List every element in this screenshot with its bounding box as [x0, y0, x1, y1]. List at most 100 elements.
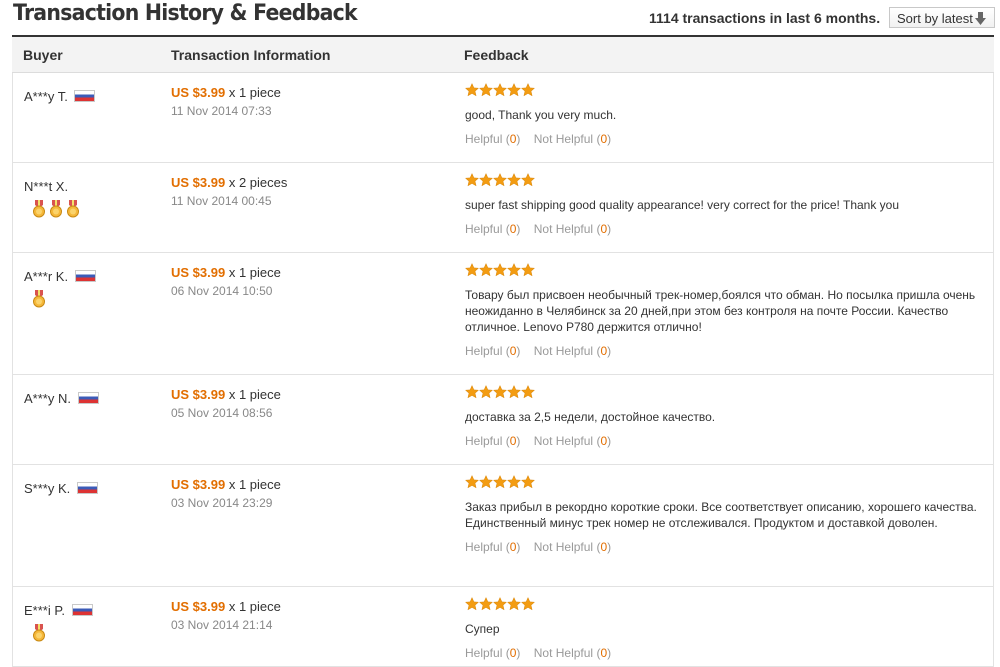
- not-helpful-link[interactable]: Not Helpful (0): [534, 344, 611, 358]
- feedback-row: S***y K. US $3.99 x 1 piece 03 Nov 2014 …: [12, 465, 994, 587]
- russia-flag-icon: [74, 270, 96, 282]
- buyer-cell: A***y T.: [24, 89, 96, 104]
- transaction-summary: 1114 transactions in last 6 months.: [649, 10, 881, 26]
- star-icon: [478, 262, 494, 277]
- buyer-cell: E***i P.: [24, 603, 93, 618]
- helpful-count: 0: [509, 646, 517, 660]
- buyer-name: E***i P.: [24, 603, 65, 618]
- star-icon: [492, 596, 508, 611]
- not-helpful-count: 0: [600, 222, 608, 236]
- star-icon: [520, 172, 536, 187]
- price: US $3.99: [171, 265, 226, 280]
- column-header-buyer: Buyer: [23, 47, 63, 63]
- buyer-name: A***y N.: [24, 391, 71, 406]
- star-icon: [478, 474, 494, 489]
- helpful-link[interactable]: Helpful (0): [465, 344, 520, 358]
- not-helpful-label: Not Helpful: [533, 540, 594, 554]
- star-icon: [506, 82, 522, 97]
- helpful-link[interactable]: Helpful (0): [465, 222, 520, 236]
- not-helpful-label: Not Helpful: [533, 132, 594, 146]
- price: US $3.99: [171, 387, 226, 402]
- star-icon: [464, 82, 480, 97]
- not-helpful-link[interactable]: Not Helpful (0): [534, 222, 611, 236]
- column-header-feedback: Feedback: [464, 47, 529, 63]
- sort-dropdown-button[interactable]: Sort by latest: [889, 7, 995, 28]
- feedback-row: A***y N. US $3.99 x 1 piece 05 Nov 2014 …: [12, 375, 994, 465]
- not-helpful-link[interactable]: Not Helpful (0): [534, 646, 611, 660]
- star-icon: [492, 262, 508, 277]
- quantity: x 1 piece: [228, 599, 281, 614]
- russia-flag-icon: [77, 392, 99, 404]
- star-icon: [520, 596, 536, 611]
- helpful-label: Helpful: [465, 222, 503, 236]
- buyer-name: A***y T.: [24, 89, 68, 104]
- helpful-link[interactable]: Helpful (0): [465, 434, 520, 448]
- transaction-date: 03 Nov 2014 21:14: [171, 618, 273, 632]
- price: US $3.99: [171, 599, 226, 614]
- buyer-cell: N***t X.: [24, 179, 68, 194]
- not-helpful-link[interactable]: Not Helpful (0): [534, 132, 611, 146]
- star-icon: [506, 172, 522, 187]
- quantity: x 1 piece: [228, 85, 281, 100]
- quantity: x 2 pieces: [228, 175, 288, 190]
- star-icon: [492, 82, 508, 97]
- feedback-cell: super fast shipping good quality appeara…: [464, 172, 985, 236]
- not-helpful-label: Not Helpful: [533, 344, 594, 358]
- star-rating: [464, 384, 985, 401]
- table-body: A***y T. US $3.99 x 1 piece 11 Nov 2014 …: [12, 73, 994, 667]
- quantity: x 1 piece: [228, 387, 281, 402]
- helpful-label: Helpful: [465, 540, 503, 554]
- star-icon: [492, 384, 508, 399]
- helpful-controls: Helpful (0) Not Helpful (0): [465, 132, 985, 146]
- medal-icon: [32, 290, 46, 308]
- helpful-link[interactable]: Helpful (0): [465, 646, 520, 660]
- helpful-link[interactable]: Helpful (0): [465, 540, 520, 554]
- medal-icon: [32, 624, 46, 642]
- not-helpful-label: Not Helpful: [533, 222, 594, 236]
- column-header-transaction: Transaction Information: [171, 47, 331, 63]
- star-icon: [478, 82, 494, 97]
- helpful-count: 0: [509, 132, 517, 146]
- star-icon: [464, 384, 480, 399]
- helpful-controls: Helpful (0) Not Helpful (0): [465, 222, 985, 236]
- helpful-controls: Helpful (0) Not Helpful (0): [465, 344, 985, 358]
- not-helpful-count: 0: [600, 344, 608, 358]
- feedback-text: Супер: [465, 622, 500, 636]
- buyer-cell: A***r K.: [24, 269, 96, 284]
- buyer-name: S***y K.: [24, 481, 71, 496]
- helpful-label: Helpful: [465, 132, 503, 146]
- transaction-date: 06 Nov 2014 10:50: [171, 284, 273, 298]
- helpful-link[interactable]: Helpful (0): [465, 132, 520, 146]
- feedback-row: A***y T. US $3.99 x 1 piece 11 Nov 2014 …: [12, 73, 994, 163]
- feedback-cell: good, Thank you very much. Helpful (0) N…: [464, 82, 985, 146]
- transaction-info: US $3.99 x 1 piece 03 Nov 2014 21:14: [171, 599, 281, 632]
- feedback-cell: доставка за 2,5 недели, достойное качест…: [464, 384, 985, 448]
- medal-icon: [49, 200, 63, 218]
- feedback-text: Заказ прибыл в рекордно короткие сроки. …: [465, 500, 977, 530]
- not-helpful-link[interactable]: Not Helpful (0): [534, 540, 611, 554]
- helpful-controls: Helpful (0) Not Helpful (0): [465, 646, 985, 660]
- transaction-info: US $3.99 x 1 piece 03 Nov 2014 23:29: [171, 477, 281, 510]
- feedback-text: good, Thank you very much.: [465, 108, 617, 122]
- not-helpful-count: 0: [600, 434, 608, 448]
- transaction-info: US $3.99 x 1 piece 06 Nov 2014 10:50: [171, 265, 281, 298]
- feedback-text: доставка за 2,5 недели, достойное качест…: [465, 410, 716, 424]
- star-icon: [506, 474, 522, 489]
- star-rating: [464, 82, 985, 99]
- price: US $3.99: [171, 175, 226, 190]
- star-icon: [506, 262, 522, 277]
- quantity: x 1 piece: [228, 477, 281, 492]
- not-helpful-link[interactable]: Not Helpful (0): [534, 434, 611, 448]
- star-rating: [464, 172, 985, 189]
- star-icon: [492, 474, 508, 489]
- feedback-cell: Заказ прибыл в рекордно короткие сроки. …: [464, 474, 985, 554]
- helpful-count: 0: [509, 222, 517, 236]
- price: US $3.99: [171, 477, 226, 492]
- star-icon: [478, 596, 494, 611]
- buyer-medals: [32, 624, 49, 642]
- star-icon: [520, 384, 536, 399]
- not-helpful-count: 0: [600, 646, 608, 660]
- russia-flag-icon: [71, 604, 93, 616]
- transaction-date: 11 Nov 2014 07:33: [171, 104, 272, 118]
- not-helpful-count: 0: [600, 132, 608, 146]
